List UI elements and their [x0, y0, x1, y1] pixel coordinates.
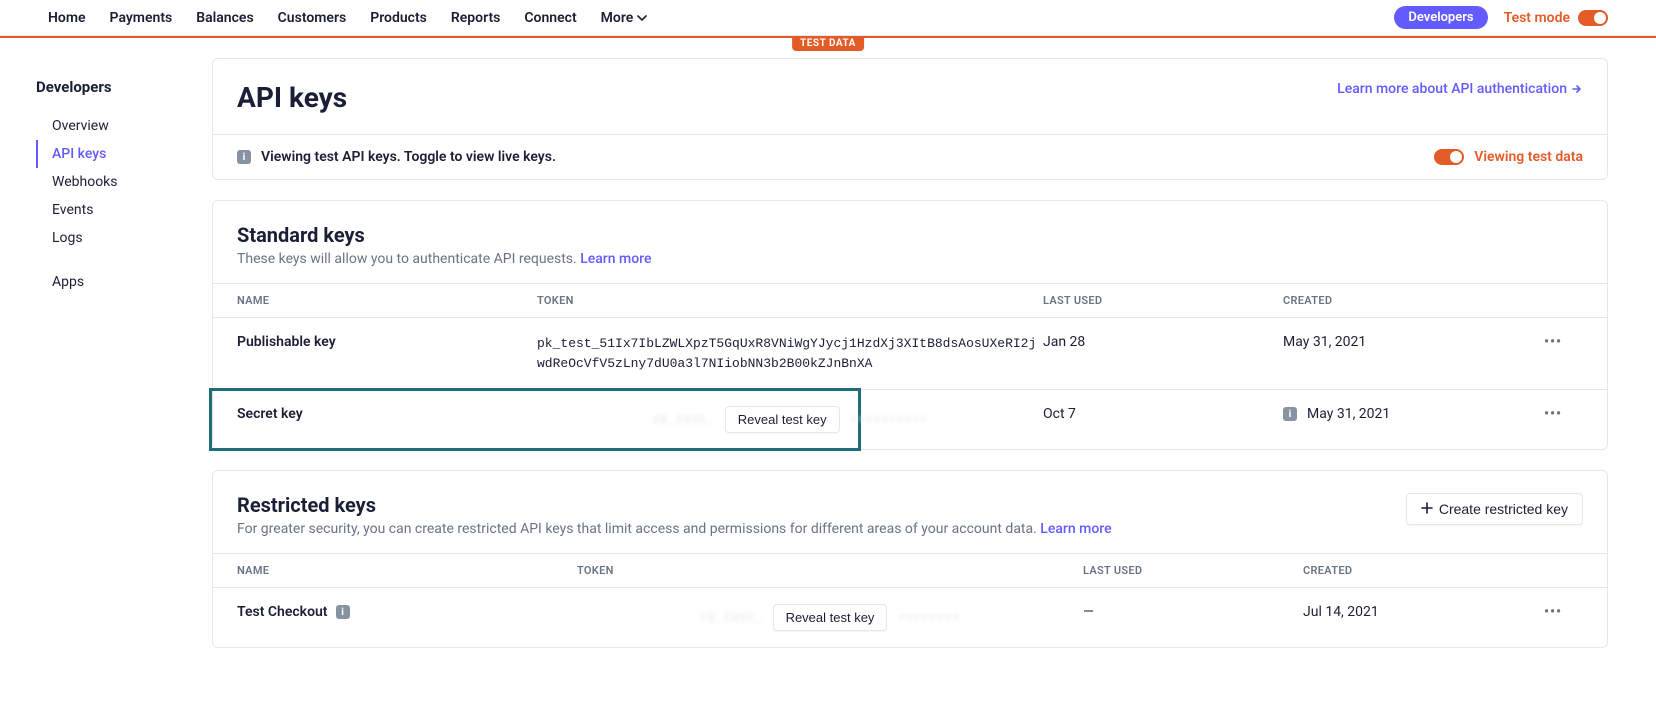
sidebar-item-events[interactable]: Events	[36, 196, 212, 224]
nav-reports[interactable]: Reports	[451, 10, 501, 26]
table-row: Publishable key pk_test_51Ix7IbLZWLXpzT5…	[213, 318, 1607, 390]
th-token: TOKEN	[537, 294, 1043, 307]
th-last-used: LAST USED	[1083, 564, 1303, 577]
info-icon: i	[237, 150, 251, 164]
learn-auth-link[interactable]: Learn more about API authentication	[1337, 81, 1583, 97]
developers-badge[interactable]: Developers	[1394, 6, 1487, 29]
restricted-table-header: NAME TOKEN LAST USED CREATED	[213, 553, 1607, 588]
sidebar-item-apps[interactable]: Apps	[36, 268, 212, 296]
secret-last-used: Oct 7	[1043, 406, 1283, 422]
nav-more[interactable]: More	[601, 10, 648, 26]
th-created: CREATED	[1283, 294, 1523, 307]
viewing-test-toggle[interactable]	[1434, 149, 1464, 165]
nav-home[interactable]: Home	[48, 10, 86, 26]
test-data-badge: TEST DATA	[792, 36, 864, 51]
viewing-test-label: Viewing test data	[1474, 149, 1583, 165]
sidebar-item-webhooks[interactable]: Webhooks	[36, 168, 212, 196]
th-token: TOKEN	[577, 564, 1083, 577]
more-icon[interactable]: •••	[1523, 406, 1583, 422]
table-row: Test Checkout i rk_test_ Reveal test key…	[213, 588, 1607, 647]
reveal-restricted-key-button[interactable]: Reveal test key	[773, 604, 888, 631]
header-card: API keys Learn more about API authentica…	[212, 58, 1608, 180]
reveal-secret-key-button[interactable]: Reveal test key	[725, 406, 840, 433]
top-nav-right: Developers Test mode	[1394, 6, 1608, 29]
learn-auth-label: Learn more about API authentication	[1337, 81, 1567, 97]
secret-token-masked-right: ••••••••••	[850, 412, 928, 427]
info-icon: i	[336, 605, 350, 619]
th-last-used: LAST USED	[1043, 294, 1283, 307]
restricted-last-used: —	[1083, 604, 1303, 620]
sidebar-title: Developers	[36, 78, 212, 96]
standard-keys-title: Standard keys	[237, 223, 652, 247]
chevron-down-icon	[637, 13, 647, 23]
top-nav-items: Home Payments Balances Customers Product…	[48, 10, 647, 26]
create-btn-label: Create restricted key	[1439, 501, 1568, 517]
arrow-right-icon	[1571, 83, 1583, 95]
table-row: Secret key sk_test_ Reveal test key ••••…	[213, 390, 1607, 449]
nav-connect[interactable]: Connect	[524, 10, 576, 26]
publishable-last-used: Jan 28	[1043, 334, 1283, 350]
row-name-publishable: Publishable key	[237, 334, 537, 350]
th-name: NAME	[237, 564, 577, 577]
row-name-secret: Secret key	[237, 406, 537, 422]
th-created: CREATED	[1303, 564, 1523, 577]
more-icon[interactable]: •••	[1523, 334, 1583, 350]
restricted-token-masked-right: ••••••••	[897, 610, 959, 625]
restricted-keys-card: Restricted keys For greater security, yo…	[212, 470, 1608, 648]
page-title: API keys	[237, 81, 347, 114]
info-bar: i Viewing test API keys. Toggle to view …	[213, 134, 1607, 179]
restricted-token-masked-left: rk_test_	[700, 610, 762, 625]
publishable-created: May 31, 2021	[1283, 334, 1523, 350]
info-icon: i	[1283, 407, 1297, 421]
restricted-keys-title: Restricted keys	[237, 493, 1112, 517]
sidebar-item-overview[interactable]: Overview	[36, 112, 212, 140]
secret-created: i May 31, 2021	[1283, 406, 1523, 422]
test-mode: Test mode	[1504, 10, 1608, 26]
test-mode-label: Test mode	[1504, 10, 1570, 26]
publishable-token[interactable]: pk_test_51Ix7IbLZWLXpzT5GqUxR8VNiWgYJycj…	[537, 334, 1043, 373]
sidebar-item-logs[interactable]: Logs	[36, 224, 212, 252]
standard-learn-more-link[interactable]: Learn more	[580, 251, 651, 267]
row-name-test-checkout: Test Checkout i	[237, 604, 577, 620]
nav-balances[interactable]: Balances	[196, 10, 253, 26]
standard-table-header: NAME TOKEN LAST USED CREATED	[213, 283, 1607, 318]
top-nav: Home Payments Balances Customers Product…	[0, 0, 1656, 36]
secret-token-masked-left: sk_test_	[652, 412, 714, 427]
info-text: Viewing test API keys. Toggle to view li…	[261, 149, 556, 165]
restricted-keys-desc: For greater security, you can create res…	[237, 521, 1112, 537]
restricted-created: Jul 14, 2021	[1303, 604, 1523, 620]
plus-icon	[1421, 501, 1433, 517]
nav-products[interactable]: Products	[370, 10, 427, 26]
restricted-learn-more-link[interactable]: Learn more	[1040, 521, 1111, 537]
standard-keys-card: Standard keys These keys will allow you …	[212, 200, 1608, 450]
nav-payments[interactable]: Payments	[110, 10, 173, 26]
test-mode-toggle[interactable]	[1578, 10, 1608, 26]
standard-keys-desc: These keys will allow you to authenticat…	[237, 251, 652, 267]
nav-customers[interactable]: Customers	[278, 10, 347, 26]
more-icon[interactable]: •••	[1523, 604, 1583, 620]
viewing-test-data: Viewing test data	[1434, 149, 1583, 165]
create-restricted-key-button[interactable]: Create restricted key	[1406, 493, 1583, 525]
sidebar: Developers Overview API keys Webhooks Ev…	[36, 38, 212, 668]
th-name: NAME	[237, 294, 537, 307]
nav-more-label: More	[601, 10, 634, 26]
sidebar-item-api-keys[interactable]: API keys	[36, 140, 212, 168]
main-content: API keys Learn more about API authentica…	[212, 38, 1608, 668]
